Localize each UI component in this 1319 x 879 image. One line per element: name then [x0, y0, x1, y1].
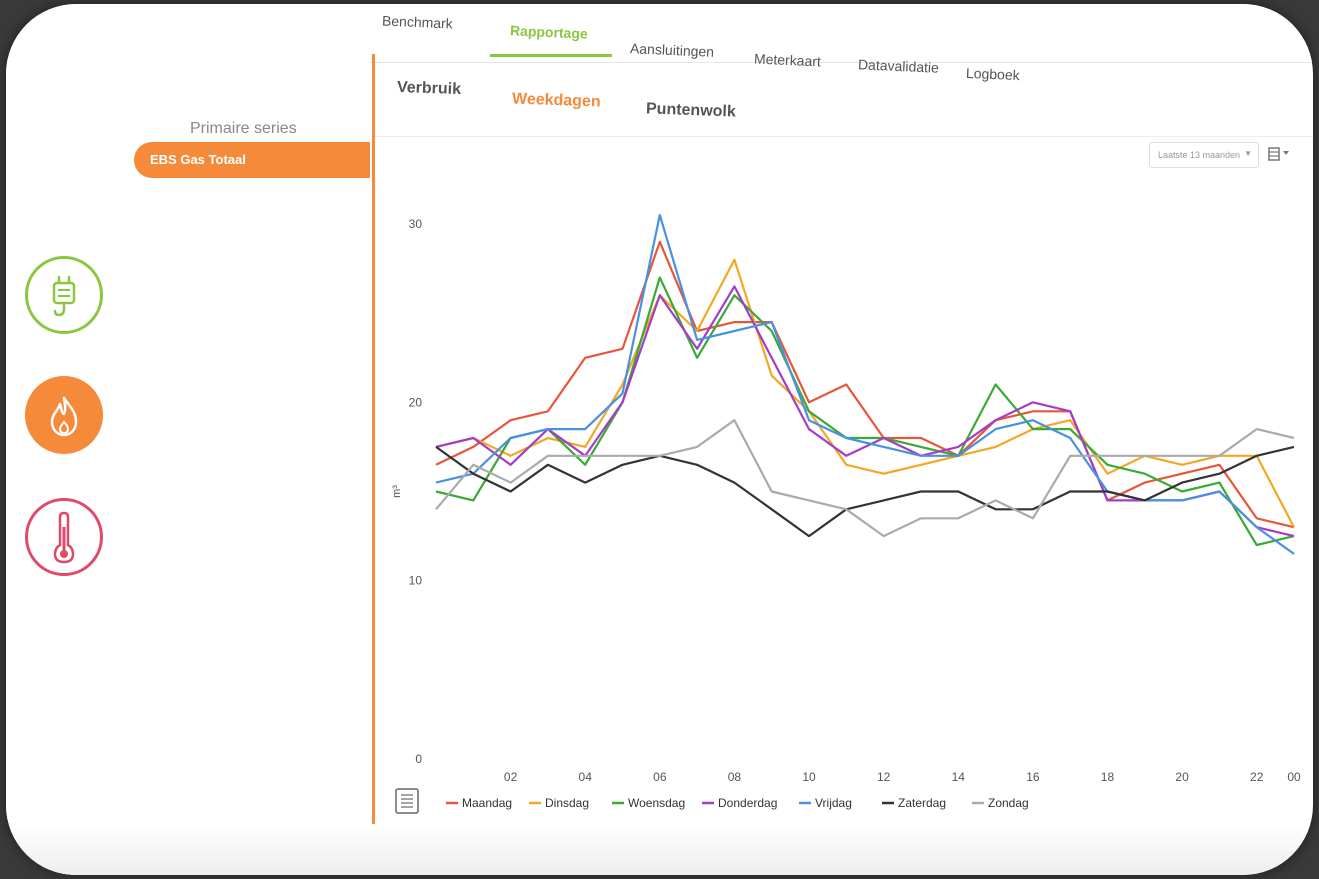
funnel-icon[interactable] [1283, 151, 1289, 155]
date-range-select[interactable]: Laatste 13 maanden ▼ [1149, 142, 1259, 168]
active-nav-indicator [490, 54, 612, 57]
legend-item-dinsdag[interactable]: Dinsdag [545, 796, 589, 810]
table-icon[interactable] [1268, 146, 1290, 164]
list-icon[interactable] [395, 788, 419, 814]
x-tick-label: 14 [952, 770, 966, 784]
x-tick-label: 06 [653, 770, 667, 784]
y-tick-label: 30 [409, 217, 423, 231]
app-window: Benchmark Rapportage Aansluitingen Meter… [6, 4, 1313, 875]
series-line-vrijdag [435, 214, 1295, 555]
tab-verbruik[interactable]: Verbruik [397, 79, 462, 99]
series-item-label: EBS Gas Totaal [150, 152, 246, 167]
series-line-dinsdag [435, 258, 1295, 528]
tab-divider [375, 136, 1313, 137]
nav-meterkaart[interactable]: Meterkaart [754, 51, 822, 70]
main-nav: Benchmark Rapportage Aansluitingen Meter… [6, 4, 1313, 83]
electricity-category-button[interactable] [25, 256, 103, 334]
bottom-shadow [6, 824, 1313, 875]
x-tick-label: 20 [1175, 770, 1189, 784]
nav-rapportage[interactable]: Rapportage [510, 22, 588, 41]
x-tick-label: 12 [877, 770, 891, 784]
panel-divider [372, 54, 375, 830]
x-tick-label: 02 [504, 770, 518, 784]
y-tick-label: 20 [409, 395, 423, 409]
series-item-ebs-gas-totaal[interactable]: EBS Gas Totaal [134, 142, 370, 178]
x-tick-label: 16 [1026, 770, 1040, 784]
nav-datavalidatie[interactable]: Datavalidatie [858, 56, 940, 76]
heat-category-button[interactable] [25, 498, 103, 576]
x-tick-label: 08 [728, 770, 742, 784]
y-axis-label: m³ [391, 485, 403, 498]
weekday-line-chart: 0 10 20 30 m³ 02 04 06 08 10 12 14 16 18 20 22 00 Maandag… [391, 214, 1301, 814]
x-tick-label: 10 [802, 770, 816, 784]
primary-series-title: Primaire series [190, 120, 297, 137]
thermometer-icon [53, 511, 75, 564]
x-tick-label: 18 [1101, 770, 1115, 784]
nav-benchmark[interactable]: Benchmark [382, 12, 453, 31]
legend-item-vrijdag[interactable]: Vrijdag [815, 796, 852, 810]
legend-item-maandag[interactable]: Maandag [462, 796, 512, 810]
tab-weekdagen[interactable]: Weekdagen [512, 90, 601, 111]
x-tick-label: 04 [579, 770, 593, 784]
sidebar [6, 62, 370, 875]
legend-item-woensdag[interactable]: Woensdag [628, 796, 685, 810]
nav-logboek[interactable]: Logboek [966, 65, 1020, 83]
tab-puntenwolk[interactable]: Puntenwolk [646, 100, 736, 121]
legend-item-zondag[interactable]: Zondag [988, 796, 1029, 810]
flame-icon [50, 396, 78, 437]
y-tick-label: 10 [409, 574, 423, 588]
x-tick-label: 00 [1287, 770, 1301, 784]
gas-category-button[interactable] [25, 376, 103, 454]
chevron-down-icon: ▼ [1244, 149, 1252, 158]
legend-item-zaterdag[interactable]: Zaterdag [898, 796, 946, 810]
y-tick-label: 0 [415, 752, 422, 766]
nav-aansluitingen[interactable]: Aansluitingen [630, 40, 715, 60]
date-range-value: Laatste 13 maanden [1158, 150, 1241, 160]
legend-item-donderdag[interactable]: Donderdag [718, 796, 777, 810]
x-tick-label: 22 [1250, 770, 1264, 784]
plug-icon [52, 275, 76, 317]
